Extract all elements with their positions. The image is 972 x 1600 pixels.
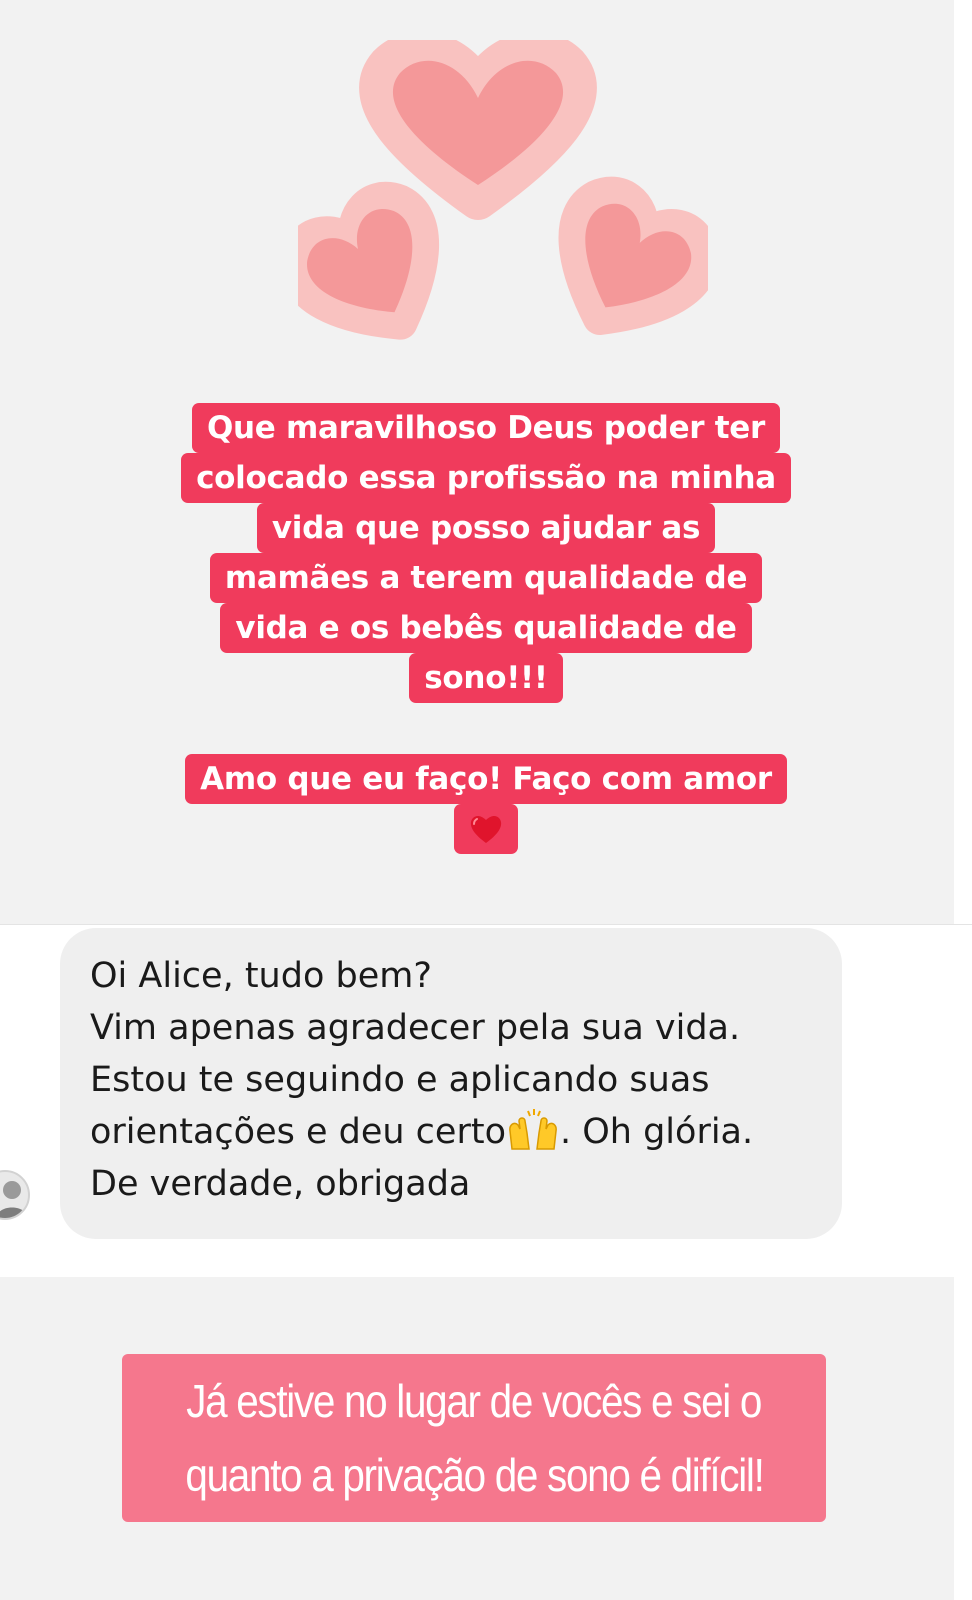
message-line: Oi Alice, tudo bem?	[90, 956, 432, 996]
caption-line: sono!!!	[409, 653, 563, 703]
top-heart-icon	[359, 40, 597, 220]
caption-line: mamães a terem qualidade de	[209, 553, 763, 603]
caption-line: colocado essa profissão na minha	[181, 453, 791, 503]
raising-hands-icon	[509, 1109, 557, 1150]
story-caption-main: Que maravilhoso Deus poder ter colocado …	[0, 403, 972, 703]
right-heart-icon	[558, 176, 708, 335]
message-line: De verdade, obrigada	[90, 1164, 471, 1204]
story-caption-love: Amo que eu faço! Faço com amor	[0, 754, 972, 854]
left-heart-icon	[298, 181, 440, 340]
caption-line: Amo que eu faço! Faço com amor	[185, 754, 787, 804]
message-text: orientações e deu certo	[90, 1112, 506, 1152]
caption-line: vida que posso ajudar as	[256, 503, 716, 553]
red-heart-icon	[470, 815, 502, 843]
message-line: orientações e deu certo . Oh glória.	[90, 1106, 812, 1158]
caption-line: Já estive no lugar de vocês e sei o	[186, 1375, 763, 1427]
received-message-bubble[interactable]: Oi Alice, tudo bem? Vim apenas agradecer…	[60, 928, 842, 1239]
caption-line: vida e os bebês qualidade de	[220, 603, 752, 653]
three-hearts-sticker	[298, 40, 708, 340]
person-silhouette-icon	[0, 1181, 28, 1218]
caption-line: Que maravilhoso Deus poder ter	[191, 403, 781, 453]
caption-emoji-line	[454, 804, 518, 854]
caption-line: quanto a privação de sono é difícil!	[184, 1449, 764, 1501]
message-line: Estou te seguindo e aplicando suas	[90, 1060, 710, 1100]
message-line: Vim apenas agradecer pela sua vida.	[90, 1008, 741, 1048]
message-text: . Oh glória.	[559, 1112, 754, 1152]
story-caption-bottom: Já estive no lugar de vocês e sei o quan…	[122, 1354, 826, 1522]
